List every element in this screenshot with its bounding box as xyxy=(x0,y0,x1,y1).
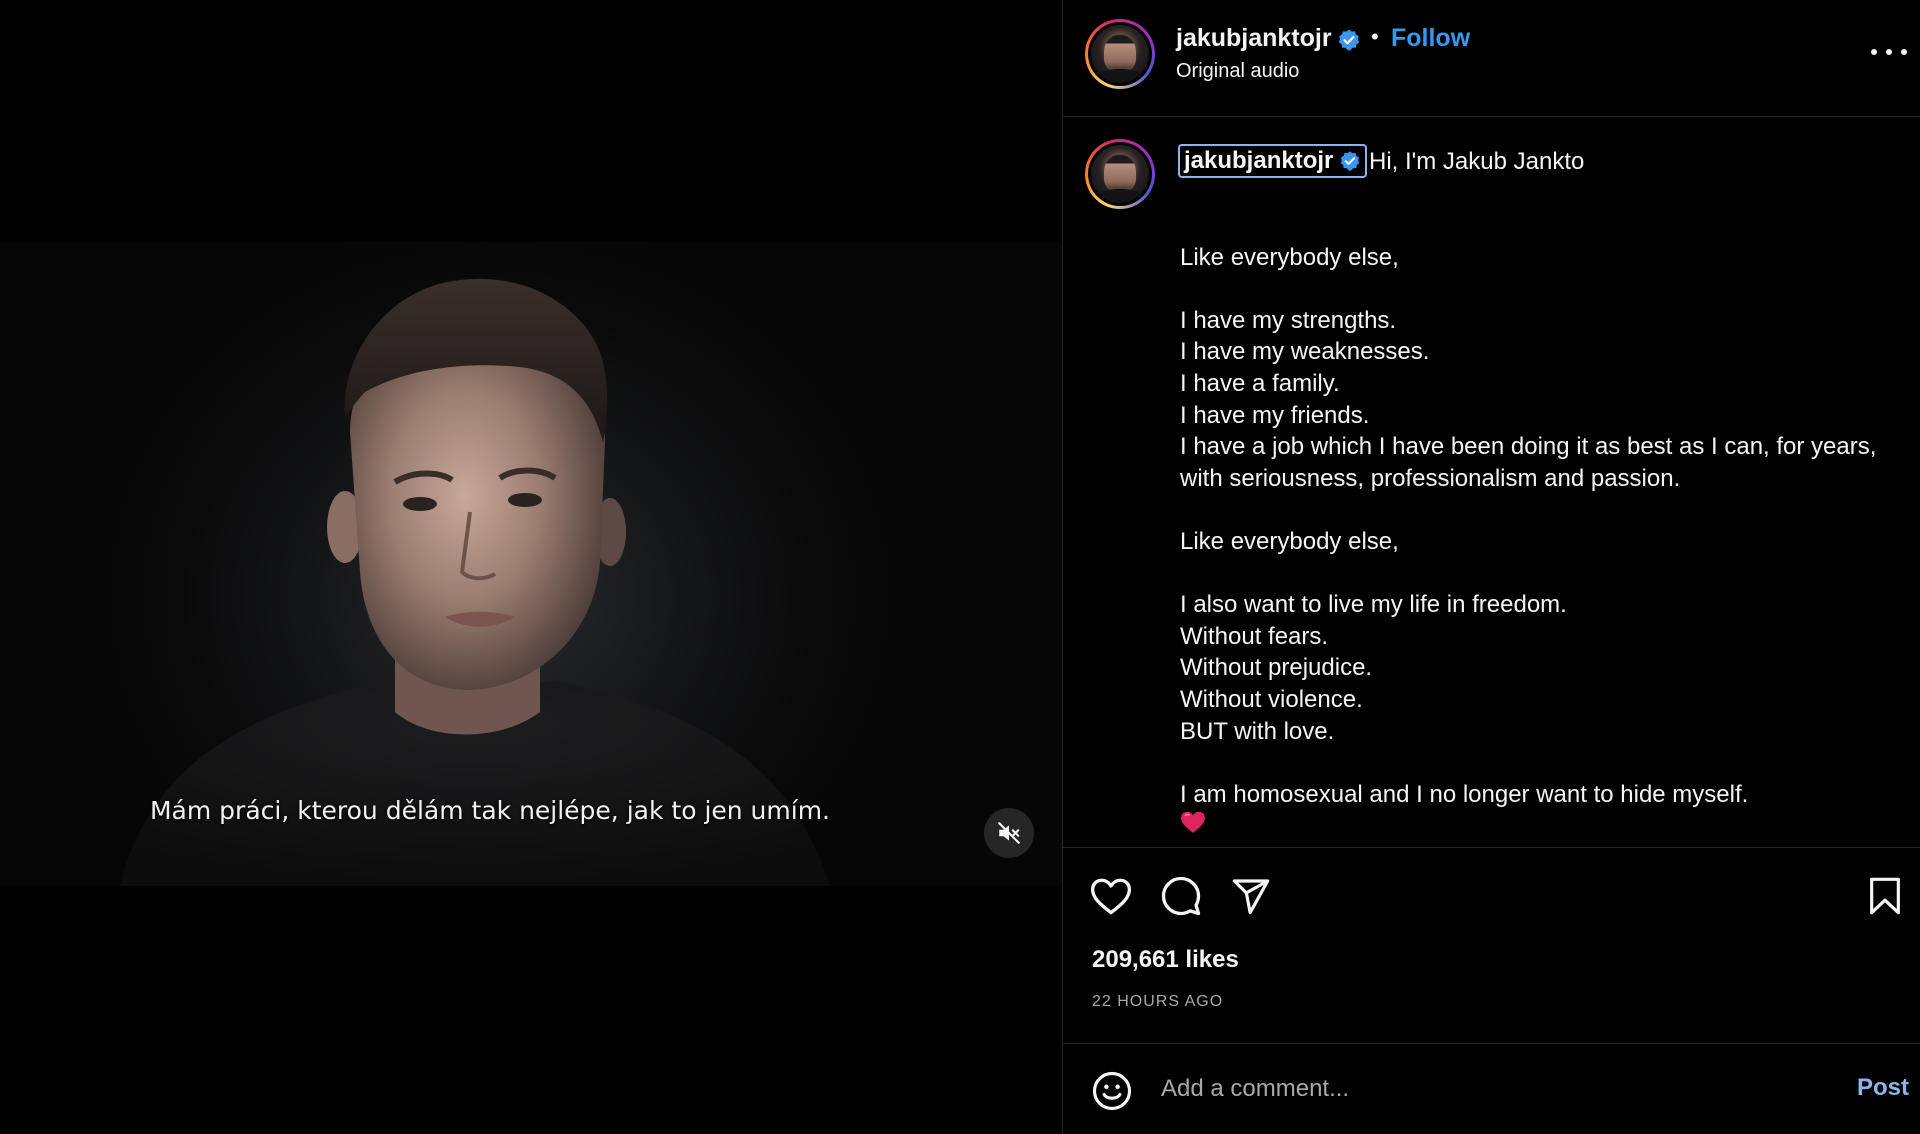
red-heart-emoji-icon xyxy=(1181,811,1205,833)
caption-line: Like everybody else, xyxy=(1180,527,1399,555)
caption-line: I have my weaknesses. xyxy=(1180,338,1430,366)
likes-count[interactable]: 209,661 likes xyxy=(1092,946,1239,974)
comment-button[interactable] xyxy=(1159,874,1203,918)
original-audio-link[interactable]: Original audio xyxy=(1176,60,1299,83)
emoji-picker-button[interactable] xyxy=(1091,1070,1133,1112)
caption-line: I also want to live my life in freedom. xyxy=(1180,591,1567,619)
mute-button[interactable] xyxy=(984,808,1034,858)
post-timestamp[interactable]: 22 HOURS AGO xyxy=(1092,993,1223,1011)
caption-line: I have a family. xyxy=(1180,369,1340,397)
caption-line: Without violence. xyxy=(1180,685,1363,713)
caption-line: I am homosexual and I no longer want to … xyxy=(1180,780,1749,808)
share-button[interactable] xyxy=(1229,874,1273,918)
header-separator: • xyxy=(1371,24,1379,49)
post-comment-button[interactable]: Post xyxy=(1857,1074,1909,1102)
comment-icon xyxy=(1161,876,1201,916)
caption-line xyxy=(1180,558,1900,590)
caption-line xyxy=(1180,210,1900,242)
heart-icon xyxy=(1090,878,1132,915)
caption-area: jakubjanktojr Hi, I'm Jakub Jankto Like … xyxy=(1063,118,1920,848)
caption-line: I have my friends. xyxy=(1180,401,1370,429)
more-options-icon[interactable] xyxy=(1871,42,1907,62)
verified-badge-icon xyxy=(1341,151,1360,171)
caption-avatar[interactable] xyxy=(1085,139,1155,209)
caption-line: I have my strengths. xyxy=(1180,306,1397,334)
speaker-muted-icon xyxy=(998,822,1020,844)
caption-first-line: Hi, I'm Jakub Jankto xyxy=(1369,148,1585,175)
video-subtitle: Mám práci, kterou dělám tak nejlépe, jak… xyxy=(149,796,831,825)
caption-username[interactable]: jakubjanktojr xyxy=(1178,144,1368,178)
video-player[interactable]: Mám práci, kterou dělám tak nejlépe, jak… xyxy=(0,242,1062,886)
caption-line: Without fears. xyxy=(1180,622,1329,650)
caption-line: Without prejudice. xyxy=(1180,654,1373,682)
header-username[interactable]: jakubjanktojr xyxy=(1176,24,1332,53)
comment-input[interactable] xyxy=(1161,1068,1801,1110)
media-pane: Mám práci, kterou dělám tak nejlépe, jak… xyxy=(0,0,1062,1134)
share-icon xyxy=(1232,879,1270,915)
caption-username-text: jakubjanktojr xyxy=(1184,147,1334,174)
like-button[interactable] xyxy=(1089,874,1133,918)
caption-line: Like everybody else, xyxy=(1180,243,1399,271)
caption-line xyxy=(1180,747,1900,779)
caption-line xyxy=(1180,273,1900,305)
comment-bar: Post xyxy=(1063,1044,1920,1134)
post-actions: 209,661 likes 22 HOURS AGO xyxy=(1063,848,1920,1044)
post-sidebar: jakubjanktojr • Follow Original audio ja… xyxy=(1062,0,1920,1134)
caption-text: Like everybody else, I have my strengths… xyxy=(1180,210,1900,810)
save-button[interactable] xyxy=(1863,874,1907,918)
caption-line: BUT with love. xyxy=(1180,717,1335,745)
verified-badge-icon xyxy=(1338,29,1360,51)
post-header: jakubjanktojr • Follow Original audio xyxy=(1063,0,1920,117)
header-avatar[interactable] xyxy=(1085,19,1155,89)
follow-button[interactable]: Follow xyxy=(1391,24,1470,53)
caption-line: I have a job which I have been doing it … xyxy=(1180,433,1877,492)
bookmark-icon xyxy=(1870,877,1900,915)
video-frame-person xyxy=(120,278,830,886)
smiley-icon xyxy=(1092,1071,1132,1111)
caption-line xyxy=(1180,494,1900,526)
